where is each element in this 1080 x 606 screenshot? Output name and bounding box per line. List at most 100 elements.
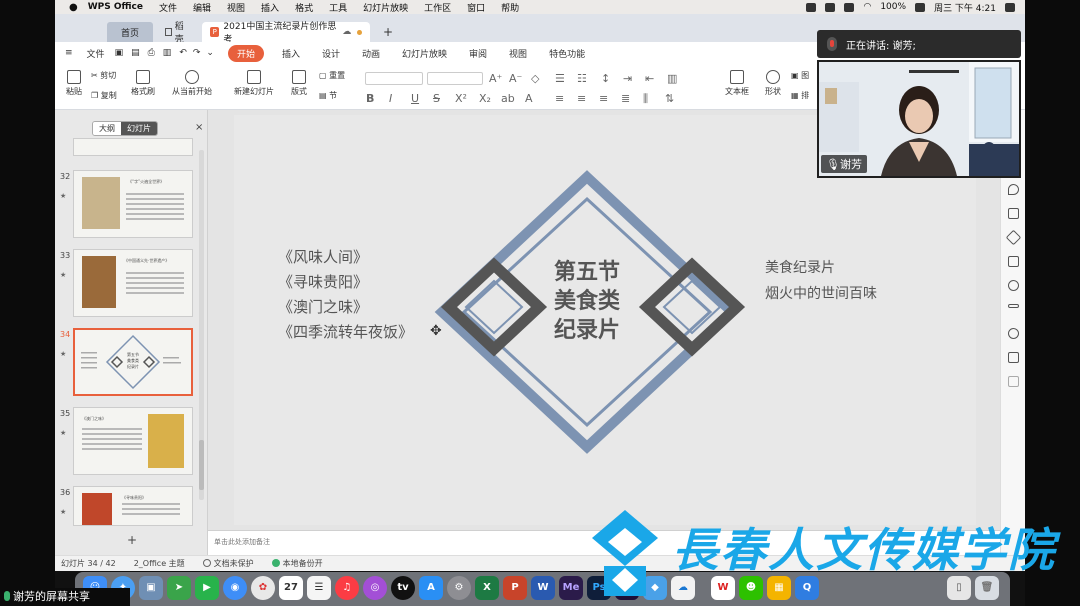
wechat-status-icon[interactable] bbox=[825, 2, 836, 12]
history-icon[interactable] bbox=[1008, 328, 1019, 339]
new-tab-button[interactable]: + bbox=[375, 22, 393, 42]
underline-icon[interactable]: U bbox=[411, 92, 419, 105]
format-painter-button[interactable]: 格式刷 bbox=[129, 70, 157, 97]
messages-icon[interactable]: ◉ bbox=[223, 576, 247, 600]
photos-icon[interactable]: ✿ bbox=[251, 576, 275, 600]
mac-menu-format[interactable]: 格式 bbox=[295, 1, 313, 14]
mac-menu-help[interactable]: 帮助 bbox=[501, 1, 519, 14]
mac-menu-file[interactable]: 文件 bbox=[159, 1, 177, 14]
align-left-icon[interactable]: ≡ bbox=[555, 92, 564, 105]
bullet-list-icon[interactable]: ☰ bbox=[555, 72, 565, 85]
slide-thumbnail[interactable]: 《“字”火遍全世界》 bbox=[73, 170, 193, 238]
style-icon[interactable] bbox=[1008, 208, 1019, 219]
section-button[interactable]: ▤ 节 bbox=[319, 90, 349, 101]
distribute-icon[interactable]: ⫼ bbox=[643, 92, 648, 106]
excel-icon[interactable]: X bbox=[475, 576, 499, 600]
ribbon-tab-review[interactable]: 审阅 bbox=[469, 47, 487, 60]
tab-outline[interactable]: 大纲 bbox=[93, 122, 121, 135]
font-name-select[interactable] bbox=[365, 72, 423, 85]
mac-menu-edit[interactable]: 编辑 bbox=[193, 1, 211, 14]
bold-icon[interactable]: B bbox=[366, 92, 374, 105]
podcasts-icon[interactable]: ◎ bbox=[363, 576, 387, 600]
columns-icon[interactable]: ▥ bbox=[667, 72, 677, 85]
image-button[interactable]: ▣ 图 bbox=[791, 70, 813, 81]
layout-button[interactable]: 版式 bbox=[287, 70, 311, 97]
preview-app-icon[interactable]: ▣ bbox=[139, 576, 163, 600]
align-right-icon[interactable]: ≡ bbox=[599, 92, 608, 105]
shape-button[interactable]: 形状 bbox=[759, 70, 787, 97]
reset-button[interactable]: ▢ 重置 bbox=[319, 70, 355, 81]
copy-layer-icon[interactable] bbox=[1008, 256, 1019, 267]
shape-format-icon[interactable] bbox=[1005, 229, 1022, 246]
protect-status[interactable]: 文档未保护 bbox=[202, 558, 254, 569]
slide-thumbnail[interactable]: 《寻味贵阳》 bbox=[73, 486, 193, 526]
appstore-icon[interactable]: A bbox=[419, 576, 443, 600]
decrease-font-icon[interactable]: A⁻ bbox=[509, 72, 522, 85]
spotlight-icon[interactable] bbox=[1005, 2, 1015, 12]
print-icon[interactable]: ⎙ bbox=[148, 48, 155, 58]
participant-video[interactable]: 🎙谢芳 bbox=[817, 60, 1021, 178]
sidebar-scrollbar-thumb[interactable] bbox=[199, 440, 204, 490]
cube-icon[interactable] bbox=[1008, 376, 1019, 387]
reminders-icon[interactable]: ☰ bbox=[307, 576, 331, 600]
ribbon-tab-insert[interactable]: 插入 bbox=[282, 47, 300, 60]
paste-button[interactable]: 粘贴 bbox=[61, 70, 87, 97]
text-direction-icon[interactable]: ⇅ bbox=[665, 92, 674, 105]
slide-thumbnail-selected[interactable]: 第五节 美食类 纪录片 bbox=[73, 328, 193, 396]
highlight-icon[interactable]: ab bbox=[501, 92, 515, 105]
hamburger-icon[interactable]: ≡ bbox=[65, 48, 73, 58]
preview-icon[interactable]: ▥ bbox=[163, 48, 172, 58]
ribbon-tab-start[interactable]: 开始 bbox=[227, 44, 264, 62]
theme-name[interactable]: 2_Office 主题 bbox=[134, 558, 185, 569]
copy-button[interactable]: ❐ 复制 bbox=[91, 90, 125, 101]
ribbon-file[interactable]: 文件 bbox=[87, 47, 105, 60]
ribbon-tab-features[interactable]: 特色功能 bbox=[549, 47, 585, 60]
tab-document[interactable]: P 2021中国主流纪录片创作思考 ☁ bbox=[202, 22, 370, 45]
play-from-current-button[interactable]: 从当前开始 bbox=[169, 70, 215, 97]
italic-icon[interactable]: I bbox=[389, 92, 392, 105]
close-icon[interactable]: × bbox=[195, 122, 203, 133]
mac-menu-workspace[interactable]: 工作区 bbox=[424, 1, 451, 14]
calendar-icon[interactable]: 27 bbox=[279, 576, 303, 600]
outdent-icon[interactable]: ⇤ bbox=[645, 72, 654, 85]
mac-menu-view[interactable]: 视图 bbox=[227, 1, 245, 14]
music-icon[interactable]: ♫ bbox=[335, 576, 359, 600]
tab-daoke[interactable]: 稻壳 bbox=[157, 22, 197, 45]
line-spacing-icon[interactable]: ↕ bbox=[601, 72, 610, 85]
new-slide-button[interactable]: 新建幻灯片 bbox=[231, 70, 277, 97]
cut-button[interactable]: ✂ 剪切 bbox=[91, 70, 125, 81]
pin-icon[interactable] bbox=[1008, 280, 1019, 291]
redo-icon[interactable]: ↷ bbox=[193, 48, 201, 58]
chevron-down-icon[interactable]: ⌄ bbox=[206, 48, 214, 58]
ribbon-tab-view[interactable]: 视图 bbox=[509, 47, 527, 60]
image-panel-icon[interactable] bbox=[1008, 352, 1019, 363]
export-icon[interactable]: ▤ bbox=[131, 48, 140, 58]
strikethrough-icon[interactable]: S bbox=[433, 92, 440, 105]
ribbon-tab-animation[interactable]: 动画 bbox=[362, 47, 380, 60]
subscript-icon[interactable]: X₂ bbox=[479, 92, 491, 105]
media-encoder-icon[interactable]: Me bbox=[559, 576, 583, 600]
save-icon[interactable]: ▣ bbox=[115, 48, 124, 58]
ribbon-tab-design[interactable]: 设计 bbox=[322, 47, 340, 60]
ribbon-tab-slideshow[interactable]: 幻灯片放映 bbox=[402, 47, 447, 60]
adjust-icon[interactable] bbox=[1008, 304, 1019, 308]
settings-icon[interactable]: ⚙ bbox=[447, 576, 471, 600]
active-speaker-bar[interactable]: 正在讲话: 谢芳; bbox=[817, 30, 1021, 58]
clear-format-icon[interactable]: ◇ bbox=[531, 72, 539, 85]
powerpoint-icon[interactable]: P bbox=[503, 576, 527, 600]
increase-font-icon[interactable]: A⁺ bbox=[489, 72, 502, 85]
superscript-icon[interactable]: X² bbox=[455, 92, 467, 105]
font-size-select[interactable] bbox=[427, 72, 483, 85]
appletv-icon[interactable]: tv bbox=[391, 576, 415, 600]
tab-home[interactable]: 首页 bbox=[107, 22, 153, 42]
baidu-status-icon[interactable] bbox=[844, 2, 855, 12]
facetime-icon[interactable]: ▶ bbox=[195, 576, 219, 600]
backup-status[interactable]: 本地备份开 bbox=[271, 558, 323, 569]
wps-status-icon[interactable] bbox=[806, 2, 817, 12]
slide-thumbnail[interactable]: 《中国通义先·世界遗产》 bbox=[73, 249, 193, 317]
add-slide-button[interactable]: + bbox=[127, 533, 137, 547]
textbox-button[interactable]: 文本框 bbox=[721, 70, 753, 97]
clock[interactable]: 周三 下午 4:21 bbox=[934, 1, 996, 14]
word-icon[interactable]: W bbox=[531, 576, 555, 600]
mac-menu-tools[interactable]: 工具 bbox=[329, 1, 347, 14]
